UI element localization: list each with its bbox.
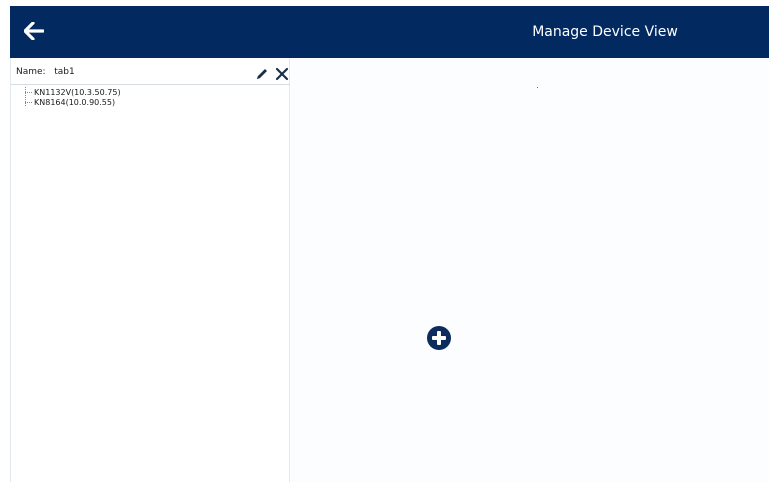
tree-branch xyxy=(25,101,32,104)
canvas-dot xyxy=(537,87,538,88)
arrow-left-icon xyxy=(24,22,44,40)
device-label: KN1132V(10.3.50.75) xyxy=(34,88,121,97)
page-title: Manage Device View xyxy=(532,24,678,40)
name-label-group: Name: tab1 xyxy=(16,67,75,77)
device-label: KN8164(10.0.90.55) xyxy=(34,98,116,107)
add-device-button[interactable] xyxy=(427,326,451,350)
name-label: Name: xyxy=(16,67,46,77)
pencil-icon xyxy=(257,69,267,79)
close-tab-button[interactable] xyxy=(275,66,289,81)
back-button[interactable] xyxy=(16,13,52,49)
manage-device-view-screen: Manage Device View Name: tab1 KN1132V(10… xyxy=(0,0,769,482)
device-tree: KN1132V(10.3.50.75) KN8164(10.0.90.55) xyxy=(19,87,279,117)
header-bar: Manage Device View xyxy=(10,6,769,58)
device-view-canvas[interactable] xyxy=(291,58,769,482)
name-row: Name: tab1 xyxy=(11,58,290,85)
name-value: tab1 xyxy=(54,67,75,77)
edit-name-button[interactable] xyxy=(255,66,269,80)
close-icon xyxy=(275,67,289,81)
device-tree-panel: Name: tab1 KN1132V(10.3.50.75) KN8164(10… xyxy=(10,58,290,482)
tree-branch xyxy=(25,91,32,94)
device-tree-item[interactable]: KN8164(10.0.90.55) xyxy=(25,97,115,108)
